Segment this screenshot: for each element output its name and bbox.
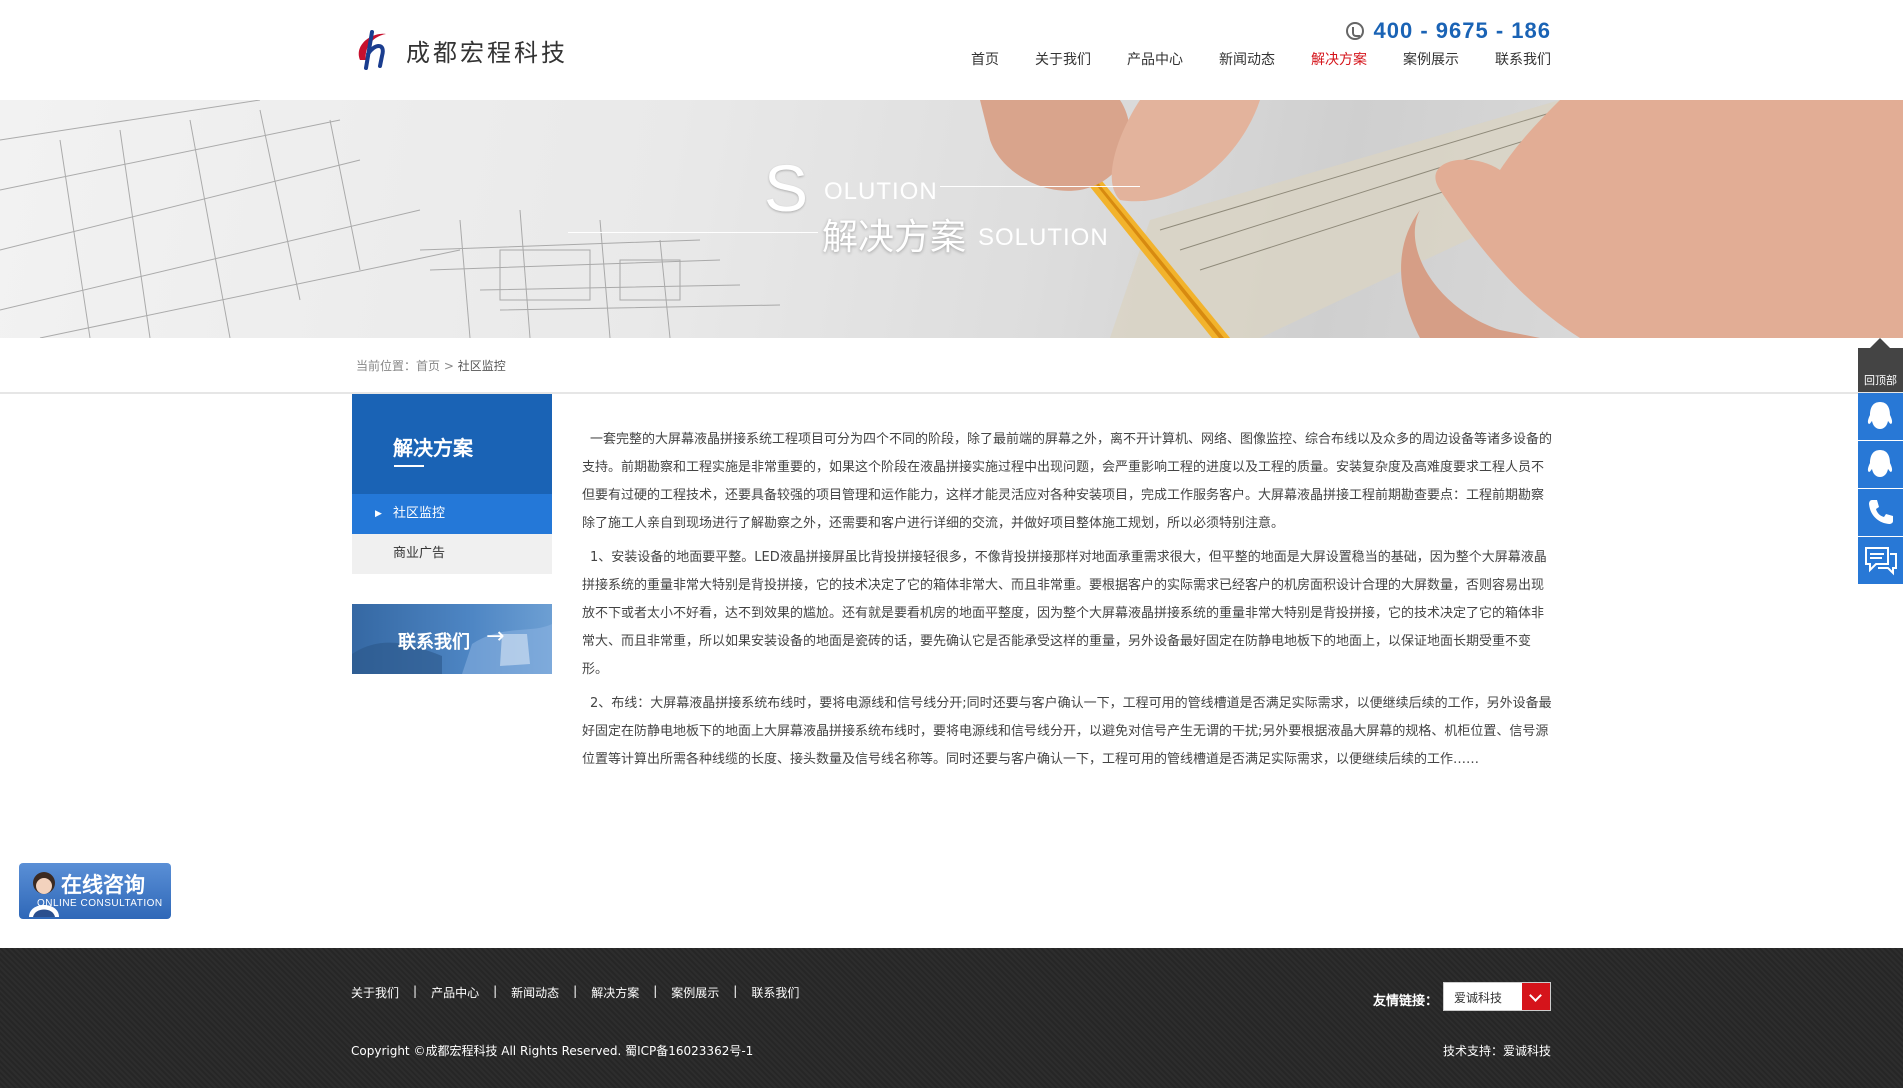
article-paragraph: 1、安装设备的地面要平整。LED液晶拼接屏虽比背投拼接轻很多，不像背投拼接那样对… [582, 550, 1547, 677]
breadcrumb-current[interactable]: 社区监控 [458, 359, 506, 373]
footer-links: 关于我们 | 产品中心 | 新闻动态 | 解决方案 | 案例展示 | 联系我们 [351, 984, 799, 1001]
page: 成都宏程科技 400 - 9675 - 186 首页 关于我们 产品中心 新闻动… [0, 0, 1903, 1088]
sidebar-item-label: 商业广告 [393, 546, 446, 561]
footer-link-solutions[interactable]: 解决方案 [591, 984, 639, 1001]
nav-products[interactable]: 产品中心 [1127, 50, 1183, 70]
tech-support[interactable]: 技术支持：爱诚科技 [1443, 1042, 1551, 1059]
nav-home[interactable]: 首页 [971, 50, 999, 70]
banner-word: OLUTION [824, 178, 938, 205]
footer-separator: | [493, 984, 498, 998]
footer-separator: | [573, 984, 578, 998]
article-content: 一套完整的大屏幕液晶拼接系统工程项目可分为四个不同的阶段，除了最前端的屏幕之外，… [582, 426, 1552, 780]
logo[interactable]: 成都宏程科技 [352, 26, 568, 74]
hotline: 400 - 9675 - 186 [1345, 18, 1551, 44]
sidebar-title: 解决方案 [393, 436, 473, 460]
friend-links-select[interactable]: 爱诚科技 [1443, 982, 1551, 1011]
footer-link-cases[interactable]: 案例展示 [671, 984, 719, 1001]
sidebar-item-community[interactable]: ▶ 社区监控 [352, 494, 552, 534]
banner-big-letter: S [764, 151, 809, 225]
agent-avatar-icon [29, 872, 59, 917]
contact-us-banner[interactable]: 联系我们 → [352, 604, 552, 674]
qq-button-2[interactable] [1858, 441, 1903, 488]
chat-bubble-icon [1865, 547, 1897, 576]
phone-button[interactable] [1858, 489, 1903, 536]
qq-button-1[interactable] [1858, 393, 1903, 440]
hotline-number: 400 - 9675 - 186 [1373, 18, 1551, 43]
sidebar-header: 解决方案 [352, 394, 552, 494]
online-consult-button[interactable]: 在线咨询 ONLINE CONSULTATION [19, 863, 171, 919]
chevron-down-icon[interactable] [1522, 983, 1550, 1010]
telephone-icon [1869, 500, 1893, 524]
consult-label-cn: 在线咨询 [61, 873, 145, 897]
back-to-top-button[interactable]: 回顶部 [1858, 338, 1903, 392]
nav-cases[interactable]: 案例展示 [1403, 50, 1459, 70]
phone-icon [1345, 22, 1364, 40]
breadcrumb-prefix: 当前位置： [356, 359, 417, 373]
header: 成都宏程科技 400 - 9675 - 186 首页 关于我们 产品中心 新闻动… [0, 0, 1903, 100]
qq-icon [1867, 450, 1893, 477]
qq-icon [1867, 402, 1893, 429]
nav-solutions[interactable]: 解决方案 [1311, 50, 1367, 70]
footer-separator: | [733, 984, 738, 998]
copyright: Copyright ©成都宏程科技 All Rights Reserved. 蜀… [351, 1044, 754, 1058]
main-nav: 首页 关于我们 产品中心 新闻动态 解决方案 案例展示 联系我们 [935, 50, 1551, 70]
sidebar-item-label: 社区监控 [393, 506, 446, 521]
banner-line-bottom [568, 232, 818, 233]
right-float-bar: 回顶部 [1858, 338, 1903, 584]
nav-contact[interactable]: 联系我们 [1495, 50, 1551, 70]
message-button[interactable] [1858, 537, 1903, 584]
consult-label-en: ONLINE CONSULTATION [37, 898, 163, 909]
banner-title-en: SOLUTION [978, 224, 1109, 251]
sidebar-item-commercial[interactable]: 商业广告 [352, 534, 552, 574]
footer-link-about[interactable]: 关于我们 [351, 984, 399, 1001]
nav-about[interactable]: 关于我们 [1035, 50, 1091, 70]
article-paragraph: 2、布线：大屏幕液晶拼接系统布线时，要将电源线和信号线分开;同时还要与客户确认一… [582, 696, 1552, 767]
breadcrumb: 当前位置：首页 > 社区监控 [356, 357, 506, 374]
sidebar-title-underline [394, 465, 424, 467]
back-to-top-label: 回顶部 [1864, 374, 1897, 387]
banner: S OLUTION 解决方案 SOLUTION [0, 100, 1903, 338]
footer-link-contact[interactable]: 联系我们 [751, 984, 799, 1001]
banner-title-cn: 解决方案 [822, 217, 967, 258]
footer-link-products[interactable]: 产品中心 [431, 984, 479, 1001]
nav-news[interactable]: 新闻动态 [1219, 50, 1275, 70]
friend-links-label: 友情链接： [1373, 994, 1439, 1009]
arrow-right-icon: → [486, 624, 505, 649]
article-paragraph: 一套完整的大屏幕液晶拼接系统工程项目可分为四个不同的阶段，除了最前端的屏幕之外，… [582, 432, 1553, 531]
footer-link-news[interactable]: 新闻动态 [511, 984, 559, 1001]
divider [0, 392, 1903, 394]
footer: 关于我们 | 产品中心 | 新闻动态 | 解决方案 | 案例展示 | 联系我们 … [0, 948, 1903, 1088]
triangle-right-icon: ▶ [375, 509, 382, 519]
logo-text: 成都宏程科技 [406, 38, 568, 67]
logo-icon [352, 26, 400, 74]
contact-us-label: 联系我们 [398, 632, 470, 653]
friend-links-selected: 爱诚科技 [1454, 991, 1503, 1005]
breadcrumb-separator: > [440, 359, 458, 373]
breadcrumb-home[interactable]: 首页 [416, 359, 440, 373]
footer-separator: | [413, 984, 418, 998]
footer-separator: | [653, 984, 658, 998]
banner-line-top [940, 186, 1140, 187]
